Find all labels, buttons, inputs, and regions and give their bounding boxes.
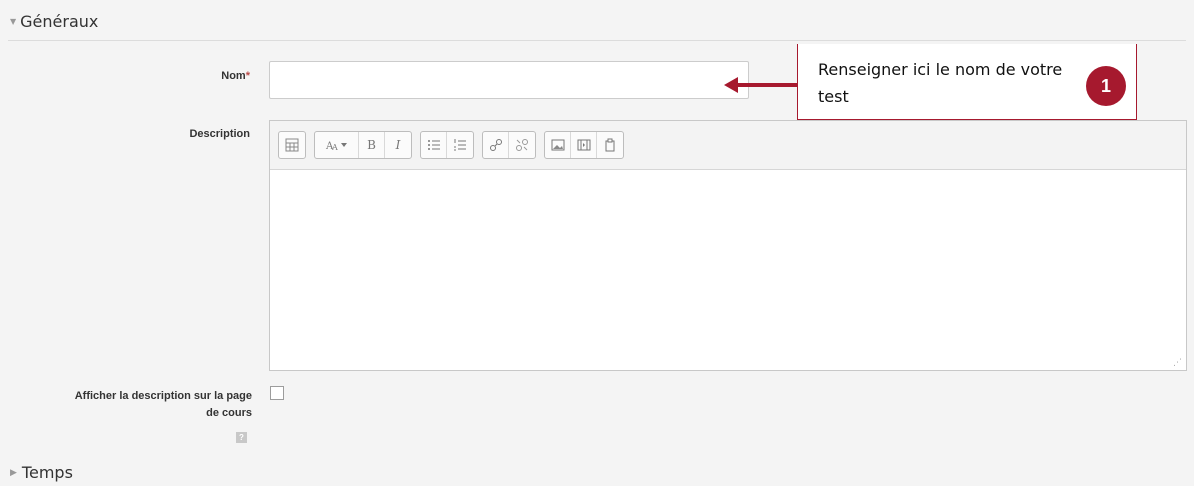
unlink-icon[interactable] — [509, 132, 535, 158]
description-editor: AA B I ⋰ — [269, 120, 1187, 371]
chevron-right-icon: ▶ — [10, 467, 17, 478]
section-temps-title: Temps — [21, 463, 73, 482]
toolbar-group-5 — [544, 131, 624, 159]
callout-step-badge: 1 — [1086, 66, 1126, 106]
callout-box: Renseigner ici le nom de votre test 1 — [797, 44, 1137, 120]
callout-arrow-head-icon — [724, 77, 738, 93]
editor-toolbar: AA B I — [270, 121, 1186, 170]
description-textarea[interactable]: ⋰ — [270, 170, 1186, 370]
media-icon[interactable] — [571, 132, 597, 158]
paste-icon[interactable] — [597, 132, 623, 158]
toolbar-group-3 — [420, 131, 474, 159]
callout-arrow-line — [736, 83, 798, 87]
toolbar-group-1 — [278, 131, 306, 159]
name-input[interactable] — [269, 61, 749, 99]
name-label: Nom* — [180, 70, 250, 82]
show-description-checkbox[interactable] — [270, 386, 284, 400]
callout-text: Renseigner ici le nom de votre test — [818, 60, 1063, 106]
show-description-label-line2: de cours — [206, 407, 252, 419]
section-generaux-title: Généraux — [20, 12, 99, 31]
resize-handle-icon[interactable]: ⋰ — [1173, 358, 1182, 368]
description-label: Description — [189, 128, 250, 140]
numbered-list-icon[interactable] — [447, 132, 473, 158]
toggle-toolbar-icon[interactable] — [279, 132, 305, 158]
italic-icon[interactable]: I — [385, 132, 411, 158]
help-icon[interactable]: ? — [236, 432, 247, 443]
show-description-label-line1: Afficher la description sur la page — [74, 390, 252, 402]
font-size-icon[interactable]: AA — [315, 132, 359, 158]
chevron-down-icon: ▼ — [10, 17, 17, 26]
name-label-text: Nom — [221, 70, 246, 82]
svg-text:A: A — [331, 143, 338, 152]
image-icon[interactable] — [545, 132, 571, 158]
section-generaux-header[interactable]: ▼ Généraux — [10, 12, 98, 31]
bold-icon[interactable]: B — [359, 132, 385, 158]
bulleted-list-icon[interactable] — [421, 132, 447, 158]
link-icon[interactable] — [483, 132, 509, 158]
toolbar-group-4 — [482, 131, 536, 159]
show-description-label: Afficher la description sur la page de c… — [20, 388, 252, 422]
toolbar-group-2: AA B I — [314, 131, 412, 159]
required-marker: * — [245, 70, 250, 82]
section-divider — [8, 40, 1186, 41]
section-temps-header[interactable]: ▶ Temps — [10, 463, 73, 482]
